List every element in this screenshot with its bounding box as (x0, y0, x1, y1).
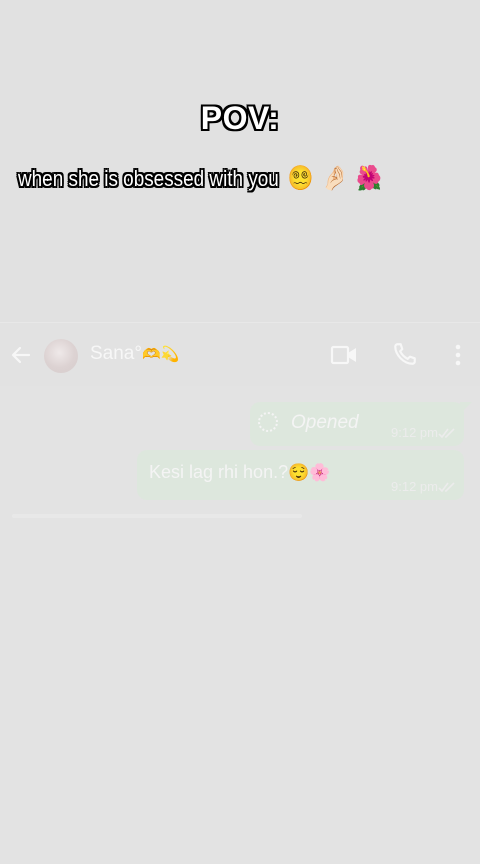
message-body: Kesi lag rhi hon.? (149, 462, 289, 482)
video-call-icon[interactable] (330, 343, 358, 367)
contact-name-decoration: 🫶💫 (141, 346, 180, 363)
chat-app: Sana°🫶💫 Opened 9:12 pm Kesi lag rhi hon.… (0, 322, 480, 864)
chat-header: Sana°🫶💫 (0, 322, 480, 387)
swipe-divider (12, 514, 302, 518)
message-time: 9:12 pm (391, 425, 438, 440)
message-emoji: 😌🌸 (288, 463, 331, 482)
caption-text: when she is obsessed with you 😵‍💫 🤌🏻 🌺 (18, 164, 414, 193)
pov-title: POV: (200, 100, 280, 136)
message-time: 9:12 pm (391, 479, 438, 494)
back-arrow-icon[interactable] (9, 343, 33, 367)
contact-name-text: Sana° (90, 343, 142, 364)
emoji-flower: 🌺 (356, 165, 383, 192)
contact-name[interactable]: Sana°🫶💫 (90, 343, 179, 365)
message-list[interactable]: Opened 9:12 pm Kesi lag rhi hon.?😌🌸 9:12… (0, 386, 480, 864)
message-text: Kesi lag rhi hon.?😌🌸 (149, 462, 330, 483)
loading-ring-icon (258, 412, 278, 432)
message-bubble[interactable]: Opened 9:12 pm (250, 402, 472, 446)
double-check-icon (438, 482, 455, 493)
double-check-icon (438, 428, 455, 439)
emoji-face: 😵‍💫 (287, 165, 314, 192)
view-once-status: Opened (291, 412, 359, 433)
voice-call-icon[interactable] (392, 341, 418, 367)
caption-line: when she is obsessed with you (18, 166, 279, 191)
avatar[interactable] (44, 339, 78, 373)
emoji-hand: 🤌🏻 (321, 165, 348, 192)
message-bubble[interactable]: Kesi lag rhi hon.?😌🌸 9:12 pm (137, 450, 464, 500)
more-options-icon[interactable] (448, 343, 468, 367)
